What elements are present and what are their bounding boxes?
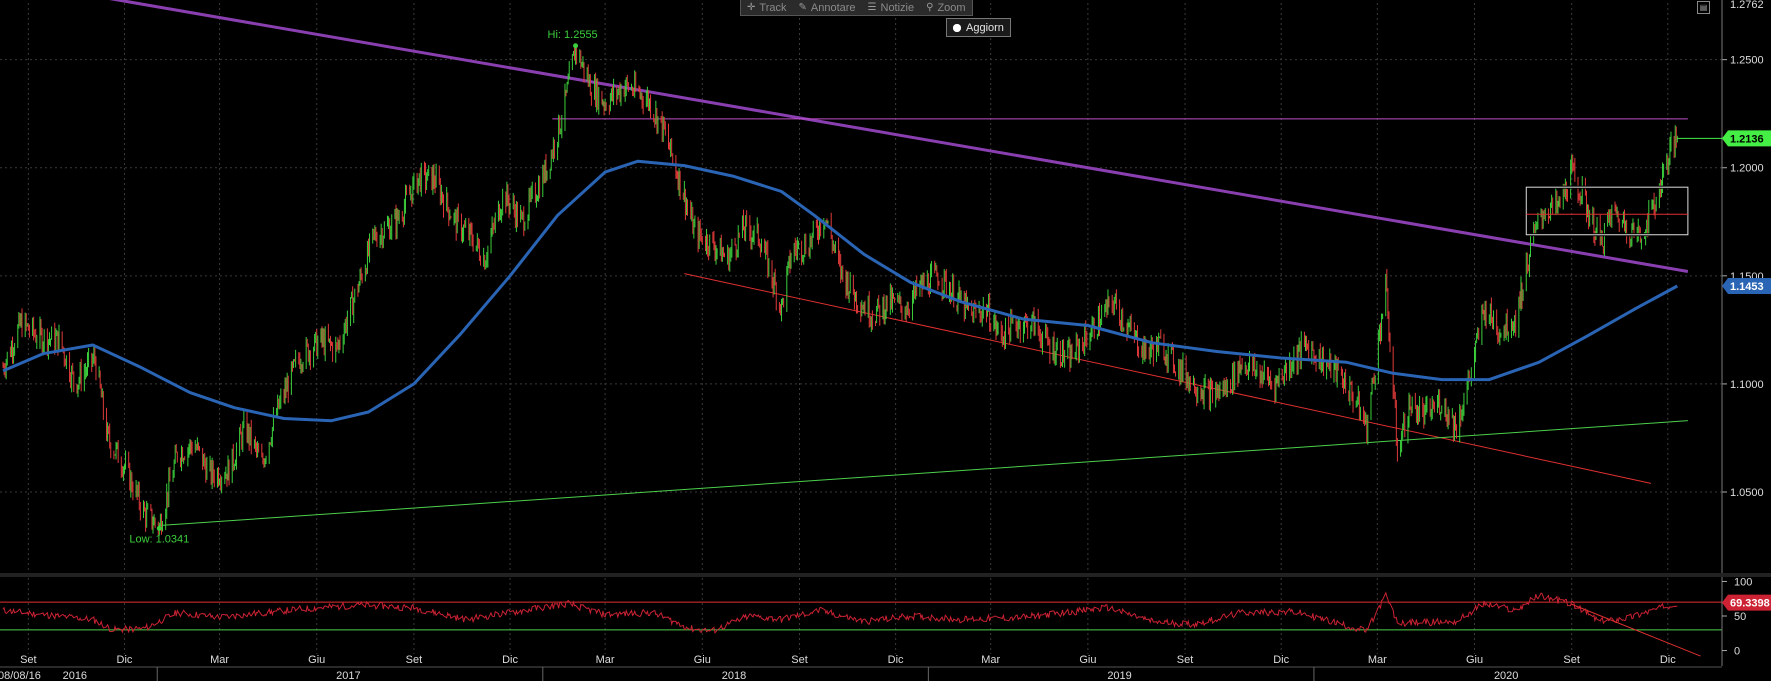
x-tick-label: Set	[1563, 654, 1580, 666]
year-label: 2018	[722, 670, 746, 681]
y-tick-label: 1.2000	[1730, 163, 1764, 175]
chart-toolbar: ✛ Track ✎ Annotare ☰ Notizie ⚲ Zoom	[740, 0, 973, 16]
rsi-y-tick-label: 100	[1734, 576, 1752, 588]
x-tick-label: Dic	[1273, 654, 1289, 666]
x-tick-label: Dic	[502, 654, 518, 666]
annotation-marker	[156, 525, 162, 531]
annotate-button[interactable]: ✎ Annotare	[798, 2, 855, 14]
x-tick-label: Mar	[210, 654, 229, 666]
trendline-layer	[109, 0, 1689, 527]
annotation-layer: Hi: 1.2555 Low: 1.0341 1.2136 1.1453 69.3398	[129, 29, 1771, 611]
x-tick-label: Mar	[1368, 654, 1387, 666]
y-tick-label: 1.0500	[1730, 487, 1764, 499]
magnifier-icon: ⚲	[926, 2, 934, 13]
ma-price-box-text: 1.1453	[1730, 281, 1764, 293]
news-icon: ☰	[867, 2, 877, 13]
year-label: 2016	[63, 670, 87, 681]
x-tick-label: Giu	[1466, 654, 1483, 666]
annotation-marker	[573, 43, 579, 49]
crosshair-icon: ✛	[747, 2, 756, 13]
x-tick-label: Dic	[888, 654, 904, 666]
x-tick-label: Set	[406, 654, 423, 666]
trendline	[159, 420, 1688, 527]
candle-layer	[2, 43, 1678, 536]
high-annotation: Hi: 1.2555	[548, 29, 598, 41]
moving-average-line	[2, 159, 1679, 423]
x-tick-label: Giu	[308, 654, 325, 666]
trendline	[109, 0, 1689, 273]
start-date-label: 08/08/16	[0, 670, 41, 681]
rsi-panel	[0, 591, 1722, 657]
x-tick-label: Mar	[981, 654, 1000, 666]
year-label: 2020	[1494, 670, 1518, 681]
x-tick-label: Set	[20, 654, 37, 666]
grid-layer	[0, 3, 1722, 654]
rsi-line	[2, 591, 1678, 634]
x-tick-label: Giu	[694, 654, 711, 666]
year-bar	[0, 667, 1722, 681]
pencil-icon: ✎	[798, 2, 807, 13]
last-price-box-text: 1.2136	[1730, 133, 1764, 145]
zoom-button[interactable]: ⚲ Zoom	[926, 2, 965, 14]
x-tick-label: Set	[791, 654, 808, 666]
x-tick-label: Set	[1177, 654, 1194, 666]
y-tick-label: 1.1000	[1730, 379, 1764, 391]
refresh-button[interactable]: Aggiorn	[946, 18, 1011, 37]
price-chart: Set Dic Mar Giu Set Dic Mar Giu Set Dic Mar Giu Set D…	[0, 0, 1771, 681]
news-button[interactable]: ☰ Notizie	[868, 2, 915, 14]
x-tick-label: Giu	[1079, 654, 1096, 666]
rsi-value-text: 69.3398	[1730, 598, 1770, 610]
rsi-y-tick-label: 50	[1734, 611, 1746, 623]
track-button[interactable]: ✛ Track	[747, 2, 786, 14]
year-label: 2019	[1107, 670, 1131, 681]
low-annotation: Low: 1.0341	[129, 533, 189, 545]
x-tick-label: Mar	[596, 654, 615, 666]
panel-settings-icon[interactable]: ▤	[1697, 1, 1710, 14]
refresh-icon	[953, 23, 961, 32]
moving-average-layer	[2, 159, 1679, 423]
x-tick-label: Dic	[1660, 654, 1676, 666]
panel-separator	[0, 573, 1771, 577]
y-tick-label: 1.2500	[1730, 55, 1764, 67]
x-tick-label: Dic	[117, 654, 133, 666]
y-top-label: 1.2762	[1730, 0, 1764, 11]
year-label: 2017	[336, 670, 360, 681]
rsi-y-tick-label: 0	[1734, 646, 1740, 658]
trendline	[684, 273, 1652, 484]
axis-layer: Set Dic Mar Giu Set Dic Mar Giu Set Dic Mar Giu Set D…	[0, 0, 1771, 681]
